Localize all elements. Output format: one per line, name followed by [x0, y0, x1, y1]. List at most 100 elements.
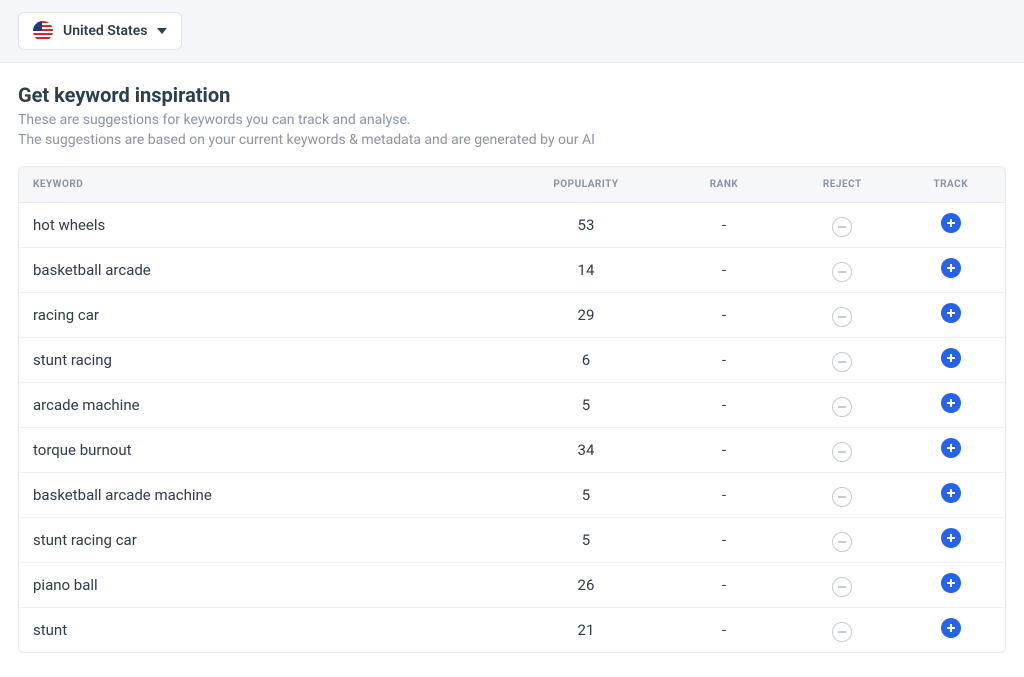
- reject-button[interactable]: [832, 577, 852, 597]
- cell-popularity: 29: [512, 293, 660, 338]
- column-header-keyword: KEYWORD: [19, 167, 512, 203]
- reject-button[interactable]: [832, 532, 852, 552]
- reject-button[interactable]: [832, 397, 852, 417]
- minus-icon: [838, 586, 846, 588]
- cell-keyword: basketball arcade: [19, 248, 512, 293]
- reject-button[interactable]: [832, 262, 852, 282]
- cell-rank: -: [660, 383, 788, 428]
- track-button[interactable]: [941, 573, 961, 593]
- track-button[interactable]: [941, 618, 961, 638]
- cell-rank: -: [660, 338, 788, 383]
- reject-button[interactable]: [832, 442, 852, 462]
- cell-keyword: stunt racing car: [19, 518, 512, 563]
- reject-button[interactable]: [832, 217, 852, 237]
- column-header-track: TRACK: [897, 167, 1005, 203]
- page-subtitle: These are suggestions for keywords you c…: [18, 111, 1006, 150]
- minus-icon: [838, 316, 846, 318]
- track-button[interactable]: [941, 528, 961, 548]
- keyword-table: KEYWORD POPULARITY RANK REJECT TRACK hot…: [18, 166, 1006, 653]
- main-content: Get keyword inspiration These are sugges…: [0, 63, 1024, 677]
- cell-reject: [788, 338, 896, 383]
- minus-icon: [838, 226, 846, 228]
- table-row: piano ball26-: [19, 563, 1005, 608]
- cell-rank: -: [660, 608, 788, 653]
- cell-reject: [788, 473, 896, 518]
- subtitle-line: These are suggestions for keywords you c…: [18, 111, 1006, 131]
- cell-track: [897, 608, 1005, 653]
- cell-keyword: stunt: [19, 608, 512, 653]
- track-button[interactable]: [941, 303, 961, 323]
- cell-popularity: 21: [512, 608, 660, 653]
- column-header-reject: REJECT: [788, 167, 896, 203]
- cell-reject: [788, 563, 896, 608]
- cell-rank: -: [660, 203, 788, 248]
- page-title: Get keyword inspiration: [18, 83, 1006, 107]
- cell-popularity: 34: [512, 428, 660, 473]
- track-button[interactable]: [941, 258, 961, 278]
- cell-rank: -: [660, 428, 788, 473]
- track-button[interactable]: [941, 348, 961, 368]
- cell-keyword: hot wheels: [19, 203, 512, 248]
- cell-keyword: piano ball: [19, 563, 512, 608]
- cell-rank: -: [660, 293, 788, 338]
- cell-rank: -: [660, 473, 788, 518]
- cell-popularity: 5: [512, 518, 660, 563]
- reject-button[interactable]: [832, 622, 852, 642]
- cell-reject: [788, 428, 896, 473]
- cell-reject: [788, 248, 896, 293]
- column-header-popularity: POPULARITY: [512, 167, 660, 203]
- minus-icon: [838, 271, 846, 273]
- minus-icon: [838, 541, 846, 543]
- cell-reject: [788, 203, 896, 248]
- cell-popularity: 53: [512, 203, 660, 248]
- minus-icon: [838, 631, 846, 633]
- cell-track: [897, 338, 1005, 383]
- chevron-down-icon: [157, 28, 167, 34]
- cell-popularity: 26: [512, 563, 660, 608]
- cell-keyword: basketball arcade machine: [19, 473, 512, 518]
- table-row: stunt racing6-: [19, 338, 1005, 383]
- cell-track: [897, 383, 1005, 428]
- minus-icon: [838, 361, 846, 363]
- track-button[interactable]: [941, 393, 961, 413]
- track-button[interactable]: [941, 213, 961, 233]
- cell-keyword: torque burnout: [19, 428, 512, 473]
- cell-rank: -: [660, 248, 788, 293]
- cell-popularity: 6: [512, 338, 660, 383]
- track-button[interactable]: [941, 483, 961, 503]
- table-row: hot wheels53-: [19, 203, 1005, 248]
- table-header-row: KEYWORD POPULARITY RANK REJECT TRACK: [19, 167, 1005, 203]
- cell-popularity: 5: [512, 383, 660, 428]
- subtitle-line: The suggestions are based on your curren…: [18, 131, 1006, 151]
- cell-reject: [788, 608, 896, 653]
- cell-track: [897, 518, 1005, 563]
- cell-reject: [788, 518, 896, 563]
- minus-icon: [838, 496, 846, 498]
- table-row: basketball arcade machine5-: [19, 473, 1005, 518]
- country-selector[interactable]: United States: [18, 12, 182, 50]
- reject-button[interactable]: [832, 352, 852, 372]
- table-row: torque burnout34-: [19, 428, 1005, 473]
- cell-popularity: 5: [512, 473, 660, 518]
- cell-reject: [788, 383, 896, 428]
- cell-keyword: racing car: [19, 293, 512, 338]
- cell-track: [897, 293, 1005, 338]
- minus-icon: [838, 451, 846, 453]
- cell-track: [897, 428, 1005, 473]
- table-row: stunt21-: [19, 608, 1005, 653]
- table-row: stunt racing car5-: [19, 518, 1005, 563]
- cell-keyword: stunt racing: [19, 338, 512, 383]
- table-row: arcade machine5-: [19, 383, 1005, 428]
- header-bar: United States: [0, 0, 1024, 63]
- reject-button[interactable]: [832, 487, 852, 507]
- country-label: United States: [63, 23, 147, 39]
- track-button[interactable]: [941, 438, 961, 458]
- cell-popularity: 14: [512, 248, 660, 293]
- cell-track: [897, 203, 1005, 248]
- reject-button[interactable]: [832, 307, 852, 327]
- cell-track: [897, 473, 1005, 518]
- cell-keyword: arcade machine: [19, 383, 512, 428]
- us-flag-icon: [33, 21, 53, 41]
- column-header-rank: RANK: [660, 167, 788, 203]
- cell-track: [897, 563, 1005, 608]
